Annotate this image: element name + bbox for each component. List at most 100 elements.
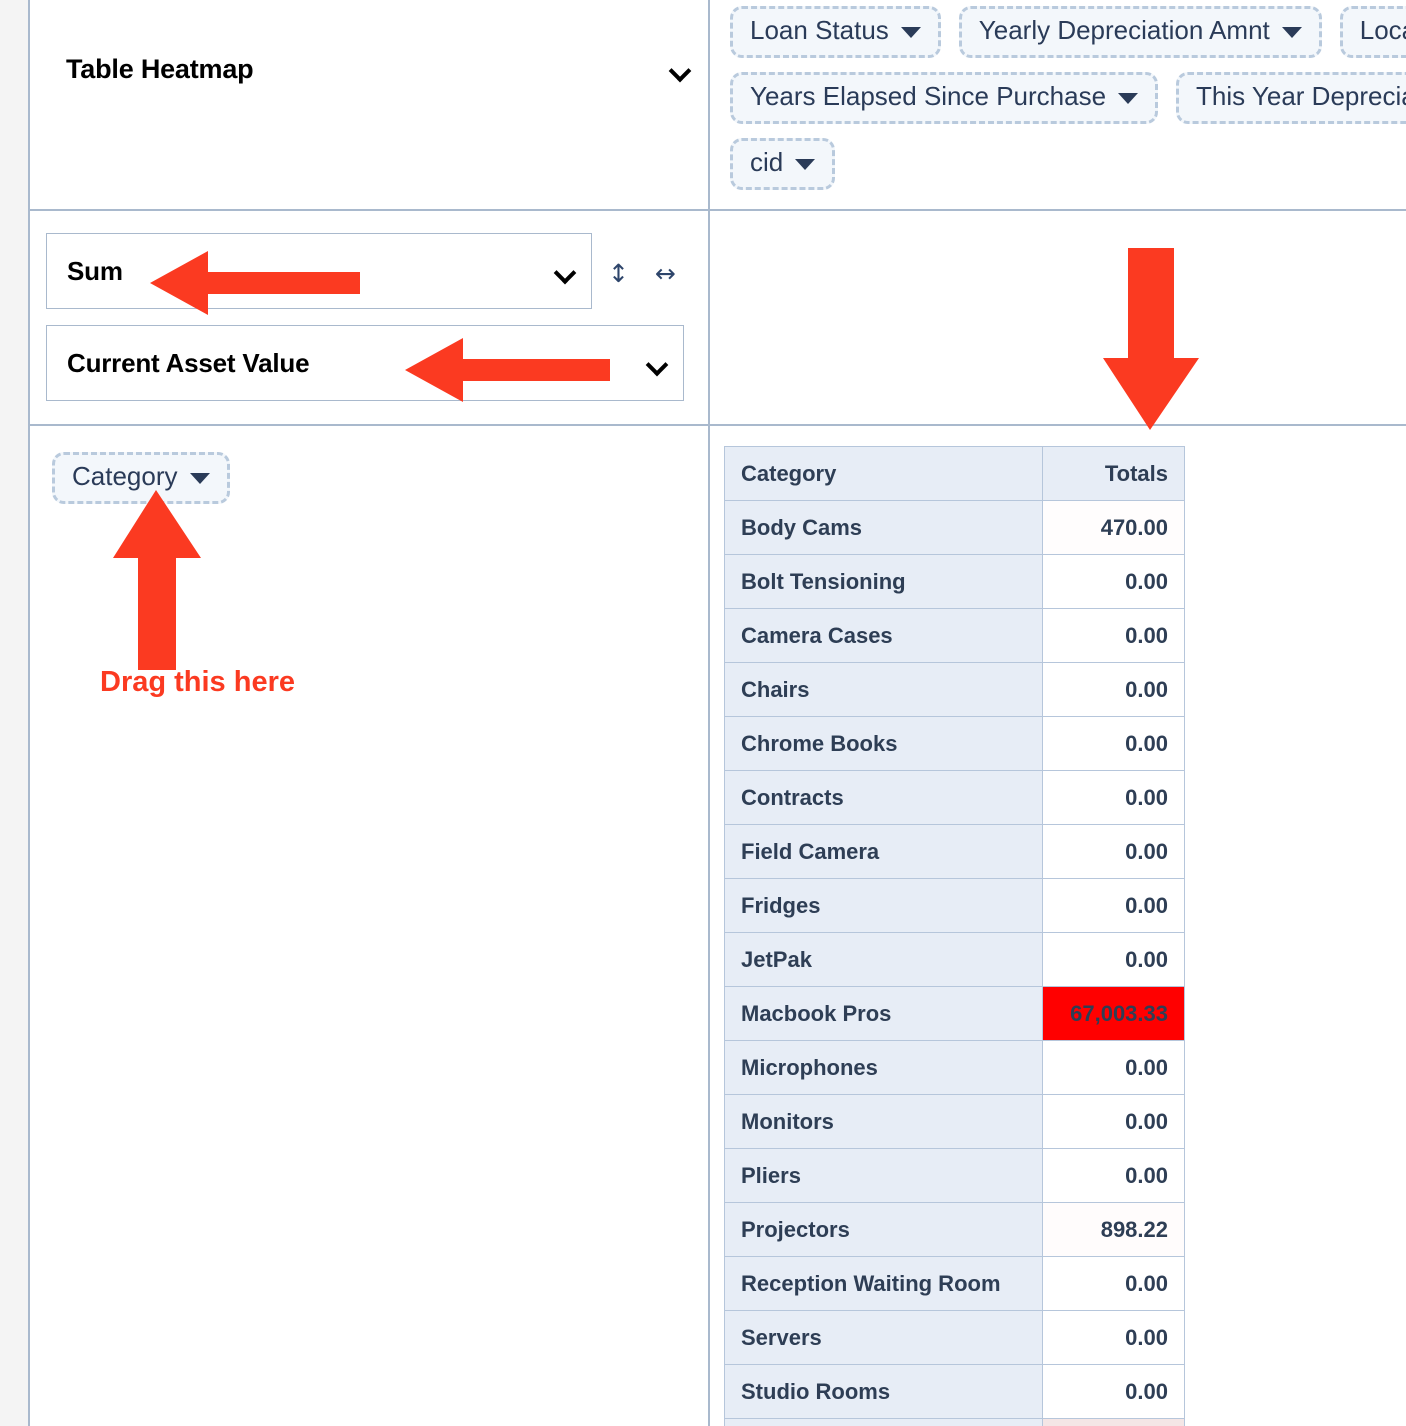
table-row: Body Cams 470.00 (724, 500, 1185, 555)
row-label-cell[interactable]: Body Cams (724, 500, 1043, 555)
row-value-cell: 0.00 (1042, 1256, 1185, 1311)
rows-pill-list: Category (52, 452, 230, 504)
rows-dropzone[interactable]: Category (30, 426, 708, 1426)
table-row: Servers 0.00 (724, 1310, 1185, 1365)
column-header-totals[interactable]: Totals (1042, 446, 1185, 501)
row-label-cell[interactable]: Macbook Pros (724, 986, 1043, 1041)
pill-label: This Year Depreciation Amnt (1196, 80, 1406, 111)
chevron-down-icon (670, 63, 690, 76)
unused-fields-dropzone[interactable]: Loan Status Yearly Depreciation Amnt Locat… (710, 0, 1406, 209)
row-value-cell: 0.00 (1042, 716, 1185, 771)
row-label-cell[interactable]: Reception Waiting Room (724, 1256, 1043, 1311)
caret-down-icon[interactable] (1118, 92, 1139, 104)
pivot-table-configurator: Table Heatmap Sum ↕ ↔ Current Asset Valu… (0, 0, 1406, 1426)
row-label-cell[interactable]: Camera Cases (724, 608, 1043, 663)
row-label-cell[interactable]: Servers (724, 1310, 1043, 1365)
table-row: Bolt Tensioning 0.00 (724, 554, 1185, 609)
row-value-cell: 0.00 (1042, 878, 1185, 933)
row-value-cell (1042, 1418, 1185, 1426)
pill-label: Location Email Contact (1359, 15, 1406, 45)
unused-field-pill[interactable]: Loan Status (730, 6, 941, 58)
row-value-cell: 0.00 (1042, 554, 1185, 609)
row-value-cell: 0.00 (1042, 932, 1185, 987)
row-label-cell[interactable]: Bolt Tensioning (724, 554, 1043, 609)
pill-label: Yearly Depreciation Amnt (978, 15, 1270, 45)
row-label-cell[interactable] (724, 1418, 1043, 1426)
table-row: Fridges 0.00 (724, 878, 1185, 933)
table-row: Projectors 898.22 (724, 1202, 1185, 1257)
row-value-cell: 0.00 (1042, 1364, 1185, 1419)
row-value-cell: 0.00 (1042, 1148, 1185, 1203)
chevron-down-icon (555, 265, 575, 278)
unused-field-pill[interactable]: cid (730, 137, 836, 190)
unused-fields-list: Loan Status Yearly Depreciation Amnt Locat… (730, 6, 1406, 190)
row-label-cell[interactable]: Contracts (724, 770, 1043, 825)
unused-field-pill[interactable]: Yearly Depreciation Amnt (958, 6, 1322, 58)
row-label-cell[interactable]: Chrome Books (724, 716, 1043, 771)
row-label-cell[interactable]: Microphones (724, 1040, 1043, 1095)
pivot-results-table: Category Totals Body Cams 470.00 Bolt Tens… (724, 446, 1185, 1426)
unused-field-pill[interactable]: Years Elapsed Since Purchase (730, 71, 1159, 124)
aggregator-selected-label: Sum (67, 255, 123, 286)
row-value-cell: 0.00 (1042, 1094, 1185, 1149)
row-value-cell: 0.00 (1042, 608, 1185, 663)
row-value-cell: 0.00 (1042, 1040, 1185, 1095)
results-table-cell: Category Totals Body Cams 470.00 Bolt Tens… (710, 426, 1406, 1426)
table-row: Pliers 0.00 (724, 1148, 1185, 1203)
table-row: Field Camera 0.00 (724, 824, 1185, 879)
drag-this-here-note: Drag this here (100, 666, 295, 698)
column-header-category[interactable]: Category (724, 446, 1043, 501)
rows-field-pill[interactable]: Category (52, 452, 230, 504)
caret-down-icon[interactable] (189, 472, 210, 484)
page-gutter (0, 0, 28, 1426)
chevron-down-icon (647, 357, 667, 370)
sort-horizontal-icon[interactable]: ↔ (655, 261, 676, 286)
aggregator-cell: Sum ↕ ↔ Current Asset Value (30, 211, 708, 424)
pivot-grid: Table Heatmap Sum ↕ ↔ Current Asset Valu… (28, 0, 1406, 1426)
sort-controls: ↕ ↔ (608, 261, 676, 286)
row-label-cell[interactable]: Monitors (724, 1094, 1043, 1149)
row-value-cell: 67,003.33 (1042, 986, 1185, 1041)
table-row: Chrome Books 0.00 (724, 716, 1185, 771)
row-label-cell[interactable]: Chairs (724, 662, 1043, 717)
table-row: Contracts 0.00 (724, 770, 1185, 825)
renderer-select[interactable]: Table Heatmap (66, 46, 692, 92)
pill-label: Years Elapsed Since Purchase (750, 80, 1107, 111)
row-label-cell[interactable]: JetPak (724, 932, 1043, 987)
row-label-cell[interactable]: Field Camera (724, 824, 1043, 879)
caret-down-icon[interactable] (1281, 26, 1302, 38)
row-label-cell[interactable]: Projectors (724, 1202, 1043, 1257)
value-attribute-selected-label: Current Asset Value (67, 347, 310, 378)
row-value-cell: 0.00 (1042, 662, 1185, 717)
row-label-cell[interactable]: Pliers (724, 1148, 1043, 1203)
caret-down-icon[interactable] (900, 26, 921, 38)
row-label-cell[interactable]: Fridges (724, 878, 1043, 933)
unused-field-pill[interactable]: Location Email Contact (1339, 6, 1406, 58)
table-row: Camera Cases 0.00 (724, 608, 1185, 663)
caret-down-icon[interactable] (795, 158, 816, 170)
table-row: Microphones 0.00 (724, 1040, 1185, 1095)
row-value-cell: 0.00 (1042, 824, 1185, 879)
renderer-selected-label: Table Heatmap (66, 53, 254, 84)
table-row: Studio Rooms 0.00 (724, 1364, 1185, 1419)
table-row: Reception Waiting Room 0.00 (724, 1256, 1185, 1311)
renderer-cell: Table Heatmap (30, 0, 708, 209)
row-label-cell[interactable]: Studio Rooms (724, 1364, 1043, 1419)
table-header-row: Category Totals (724, 446, 1185, 501)
row-value-cell: 0.00 (1042, 1310, 1185, 1365)
pill-label: Loan Status (750, 15, 889, 45)
aggregator-select[interactable]: Sum (46, 233, 592, 309)
table-row: Macbook Pros 67,003.33 (724, 986, 1185, 1041)
pill-label: cid (750, 146, 784, 177)
row-value-cell: 898.22 (1042, 1202, 1185, 1257)
unused-field-pill[interactable]: This Year Depreciation Amnt (1176, 71, 1406, 124)
table-row: Chairs 0.00 (724, 662, 1185, 717)
row-value-cell: 470.00 (1042, 500, 1185, 555)
pill-label: Category (72, 461, 178, 491)
sort-vertical-icon[interactable]: ↕ (608, 261, 629, 286)
table-row (724, 1418, 1185, 1426)
table-row: JetPak 0.00 (724, 932, 1185, 987)
value-attribute-select[interactable]: Current Asset Value (46, 325, 684, 401)
table-row: Monitors 0.00 (724, 1094, 1185, 1149)
table-body: Body Cams 470.00 Bolt Tensioning 0.00 Camera… (724, 500, 1185, 1426)
